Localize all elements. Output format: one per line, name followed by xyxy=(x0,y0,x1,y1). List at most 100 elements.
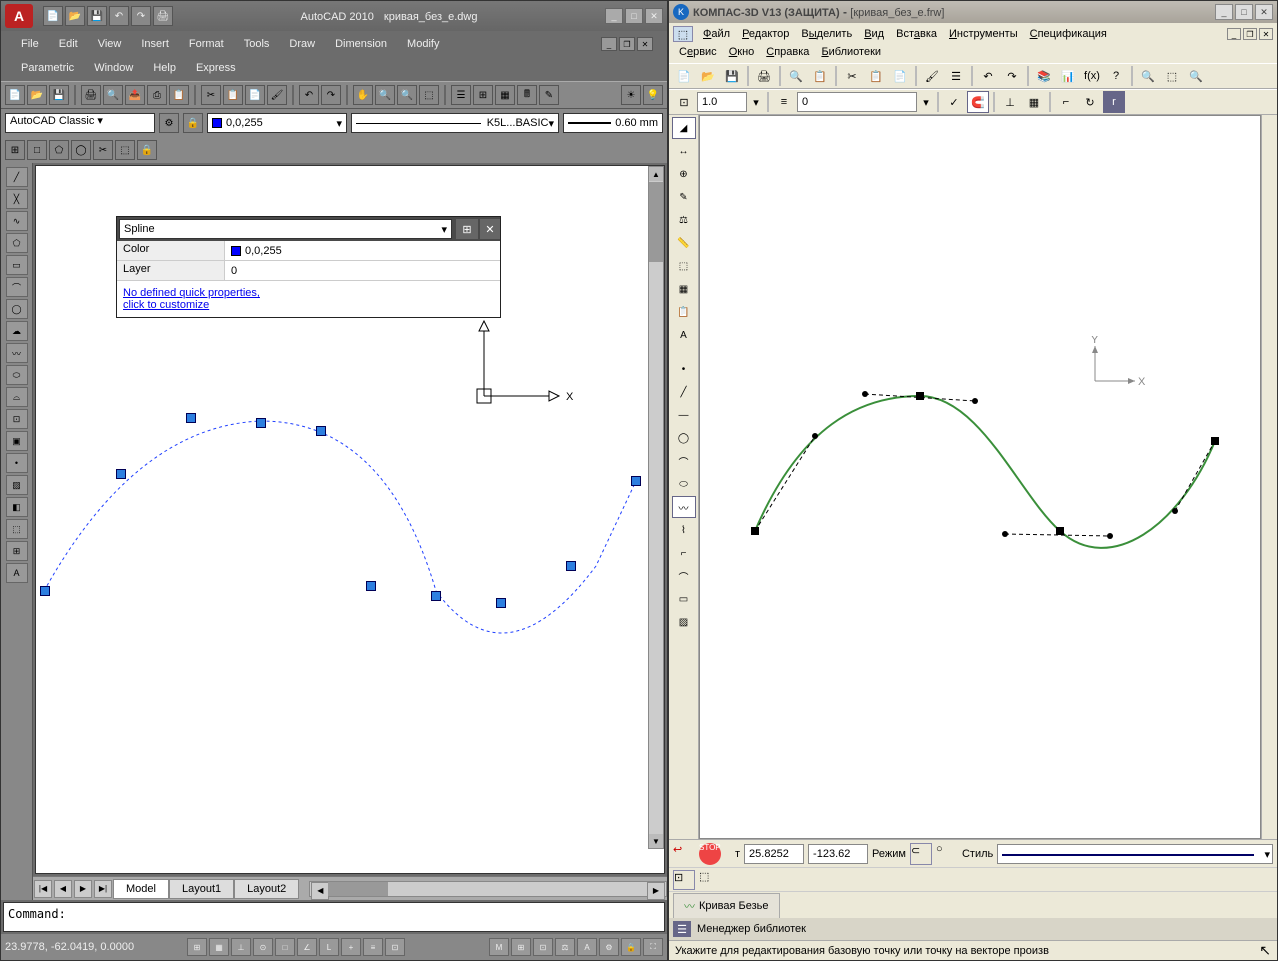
menu-help[interactable]: Help xyxy=(143,58,186,78)
layer-icon[interactable]: ≡ xyxy=(773,91,795,113)
menu-format[interactable]: Format xyxy=(179,34,234,54)
model-icon[interactable]: M xyxy=(489,938,509,956)
tab-bezier[interactable]: 〰Кривая Безье xyxy=(673,893,780,918)
designcenter-icon[interactable]: ⊞ xyxy=(473,85,493,105)
auto-create-icon[interactable]: ⊡ xyxy=(673,870,695,890)
polar-icon[interactable]: ⊙ xyxy=(253,938,273,956)
make-block-icon[interactable]: ▣ xyxy=(6,431,28,451)
chamfer-icon[interactable]: ⌐ xyxy=(672,542,696,564)
tab-last-icon[interactable]: ▶| xyxy=(94,880,112,898)
bezier-control[interactable] xyxy=(1172,508,1178,514)
maximize-button[interactable]: □ xyxy=(1235,4,1253,20)
menu-libraries[interactable]: Библиотеки xyxy=(815,43,887,61)
publish-icon[interactable]: 📤 xyxy=(125,85,145,105)
circle-icon[interactable]: ◯ xyxy=(672,427,696,449)
doc-manager-icon[interactable]: 📋 xyxy=(809,65,831,87)
scroll-up-icon[interactable]: ▲ xyxy=(649,167,663,181)
text-icon[interactable]: A xyxy=(6,563,28,583)
minimize-button[interactable]: _ xyxy=(605,8,623,24)
menu-tools[interactable]: Tools xyxy=(234,34,280,54)
grid-icon[interactable]: ▦ xyxy=(209,938,229,956)
designation-icon[interactable]: ⊕ xyxy=(672,163,696,185)
ducs-icon[interactable]: L xyxy=(319,938,339,956)
qp-icon[interactable]: ⊡ xyxy=(385,938,405,956)
linetype-select[interactable]: K5L...BASIC▾ xyxy=(351,113,559,133)
menu-file[interactable]: File xyxy=(11,34,49,54)
rotation-dropdown-icon[interactable]: ▾ xyxy=(919,91,933,113)
scale-icon[interactable]: ⚖ xyxy=(555,938,575,956)
menu-service[interactable]: Сервис xyxy=(673,43,723,61)
local-cs-icon[interactable]: ⌐ xyxy=(1055,91,1077,113)
properties-icon[interactable]: ☰ xyxy=(945,65,967,87)
spline-icon[interactable]: 〰 xyxy=(6,343,28,363)
properties-icon[interactable]: ☰ xyxy=(451,85,471,105)
workspace-lock-icon[interactable]: 🔒 xyxy=(183,113,203,133)
zoom-prev-icon[interactable]: 🔍 xyxy=(1185,65,1207,87)
tool-palette-icon[interactable]: ▦ xyxy=(495,85,515,105)
rotation-input[interactable] xyxy=(797,92,917,112)
scroll-right-icon[interactable]: ▶ xyxy=(647,882,665,900)
match-icon[interactable]: 🖌 xyxy=(267,85,287,105)
workspace-settings-icon[interactable]: ⚙ xyxy=(159,113,179,133)
menu-parametric[interactable]: Parametric xyxy=(11,58,84,78)
menu-dimension[interactable]: Dimension xyxy=(325,34,397,54)
spline-grip[interactable] xyxy=(366,581,376,591)
open-icon[interactable]: 📂 xyxy=(697,65,719,87)
menu-insert[interactable]: Insert xyxy=(131,34,179,54)
redo-icon[interactable]: ↷ xyxy=(131,6,151,26)
redo-icon[interactable]: ↷ xyxy=(321,85,341,105)
plot-icon[interactable]: ⎙ xyxy=(147,85,167,105)
close-button[interactable]: ✕ xyxy=(1255,4,1273,20)
bezier-icon[interactable]: 〰 xyxy=(672,496,696,518)
ellipse-arc-icon[interactable]: ⌓ xyxy=(6,387,28,407)
spec-icon[interactable]: ▦ xyxy=(672,278,696,300)
coordinates-display[interactable]: 23.9778, -62.0419, 0.0000 xyxy=(5,941,185,953)
kompas-titlebar[interactable]: K КОМПАС-3D V13 (ЗАЩИТА) - [кривая_без_e… xyxy=(669,1,1277,23)
clean-screen-icon[interactable]: ⛶ xyxy=(643,938,663,956)
vport-icon[interactable]: ⊞ xyxy=(5,140,25,160)
undo-icon[interactable]: ↶ xyxy=(109,6,129,26)
xline-icon[interactable]: ╳ xyxy=(6,189,28,209)
scale-fit-icon[interactable]: ⊡ xyxy=(673,91,695,113)
save-icon[interactable]: 💾 xyxy=(49,85,69,105)
bezier-control[interactable] xyxy=(812,433,818,439)
line-icon[interactable]: — xyxy=(672,404,696,426)
qp-layer-value[interactable]: 0 xyxy=(225,261,500,280)
layer-prev-icon[interactable]: 💡 xyxy=(643,85,663,105)
style-select[interactable]: ▾ xyxy=(997,844,1273,864)
doc-close-button[interactable]: ✕ xyxy=(637,37,653,51)
undo-icon[interactable]: ↶ xyxy=(977,65,999,87)
rectangle-icon[interactable]: ▭ xyxy=(672,588,696,610)
revcloud-icon[interactable]: ☁ xyxy=(6,321,28,341)
fillet-icon[interactable]: ⌒ xyxy=(672,565,696,587)
insert-block-icon[interactable]: ⊡ xyxy=(6,409,28,429)
ellipse-icon[interactable]: ⬭ xyxy=(672,473,696,495)
zoom-window-icon[interactable]: ⬚ xyxy=(1161,65,1183,87)
qp-object-type[interactable]: Spline▾ xyxy=(119,219,452,239)
maximize-button[interactable]: □ xyxy=(625,8,643,24)
qp-color-value[interactable]: 0,0,255 xyxy=(225,241,500,260)
help-icon[interactable]: ? xyxy=(1105,65,1127,87)
phantom-icon[interactable]: ⬚ xyxy=(699,870,721,890)
layer-icon[interactable]: ☀ xyxy=(621,85,641,105)
menu-select[interactable]: Выделить xyxy=(795,25,858,43)
command-line[interactable]: Command: xyxy=(3,902,665,932)
zoom-window-icon[interactable]: ⬚ xyxy=(419,85,439,105)
bezier-control[interactable] xyxy=(1002,531,1008,537)
menu-window[interactable]: Window xyxy=(84,58,143,78)
point-icon[interactable]: • xyxy=(6,453,28,473)
ws-switch-icon[interactable]: ⚙ xyxy=(599,938,619,956)
library-manager-label[interactable]: Менеджер библиотек xyxy=(697,923,806,935)
geometry-icon[interactable]: ◢ xyxy=(672,117,696,139)
dimension-icon[interactable]: ↔ xyxy=(672,140,696,162)
vport-lock-icon[interactable]: 🔒 xyxy=(137,140,157,160)
doc-icon[interactable]: ⬚ xyxy=(673,26,693,42)
menu-insert[interactable]: Вставка xyxy=(890,25,943,43)
menu-edit[interactable]: Edit xyxy=(49,34,88,54)
spline-grip[interactable] xyxy=(431,591,441,601)
ellipse-icon[interactable]: ⬭ xyxy=(6,365,28,385)
stop-icon[interactable]: STOP xyxy=(699,843,721,865)
spline-grip[interactable] xyxy=(631,476,641,486)
menu-draw[interactable]: Draw xyxy=(279,34,325,54)
refresh-icon[interactable]: ↻ xyxy=(1079,91,1101,113)
